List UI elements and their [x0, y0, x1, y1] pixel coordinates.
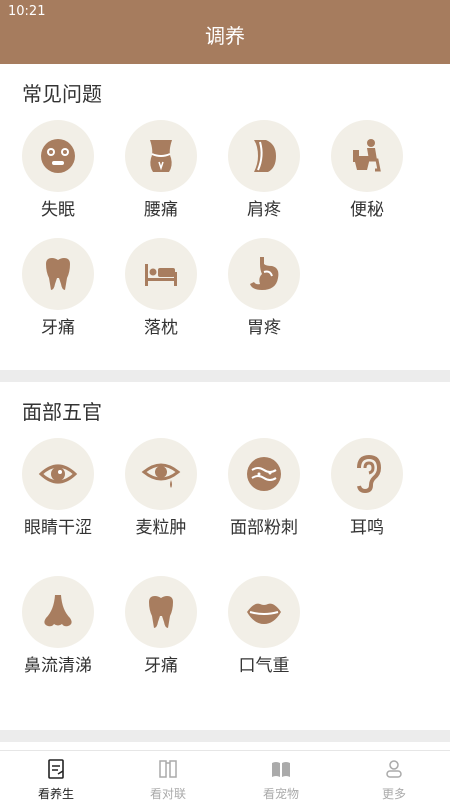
tooth-icon — [46, 258, 70, 290]
tooth-icon — [149, 596, 173, 628]
ear-icon — [357, 454, 382, 494]
notebook-icon — [48, 759, 64, 779]
item-toothache[interactable]: 牙痛 — [8, 238, 108, 339]
bed-icon — [145, 264, 177, 286]
section-title: 常见问题 — [22, 82, 102, 106]
tab-pets[interactable]: 看宠物 — [225, 751, 337, 801]
item-tinnitus[interactable]: 耳鸣 — [317, 438, 417, 539]
section-facial-features: 面部五官 眼睛干涩 麦粒肿 面部粉刺 耳鸣 鼻流清涕 牙痛 口气重 — [0, 382, 450, 730]
section-common-problems: 常见问题 失眠 腰痛 肩疼 便秘 牙痛 落枕 胃疼 — [0, 64, 450, 370]
tab-couplets[interactable]: 看对联 — [112, 751, 224, 801]
nose-icon — [44, 595, 72, 627]
eye-icon — [38, 464, 78, 484]
stomach-icon — [250, 257, 279, 290]
item-runny-nose[interactable]: 鼻流清涕 — [8, 576, 108, 677]
item-acne[interactable]: 面部粉刺 — [214, 438, 314, 539]
item-constipation[interactable]: 便秘 — [317, 120, 417, 221]
tab-health[interactable]: 看养生 — [0, 751, 112, 801]
eye-drop-icon — [141, 463, 181, 488]
item-dry-eyes[interactable]: 眼睛干涩 — [8, 438, 108, 539]
item-toothache-2[interactable]: 牙痛 — [111, 576, 211, 677]
couplet-icon — [159, 760, 177, 778]
item-lumbago[interactable]: 腰痛 — [111, 120, 211, 221]
item-stye[interactable]: 麦粒肿 — [111, 438, 211, 539]
lips-icon — [247, 603, 281, 624]
app-header: 调养 — [0, 24, 450, 64]
tab-more[interactable]: 更多 — [338, 751, 450, 801]
item-insomnia[interactable]: 失眠 — [8, 120, 108, 221]
section-divider — [0, 730, 450, 742]
item-stomach-ache[interactable]: 胃疼 — [214, 238, 314, 339]
status-time: 10:21 — [8, 4, 46, 19]
content-area: 常见问题 失眠 腰痛 肩疼 便秘 牙痛 落枕 胃疼 面部五官 眼睛干涩 麦粒肿 … — [0, 64, 450, 750]
user-icon — [386, 760, 402, 778]
status-bar: 10:21 — [0, 0, 450, 24]
book-icon — [272, 762, 290, 777]
bottom-tab-bar: 看养生 看对联 看宠物 更多 — [0, 750, 450, 801]
item-shoulder-pain[interactable]: 肩疼 — [214, 120, 314, 221]
face-icon — [41, 139, 75, 173]
section-divider — [0, 370, 450, 382]
section-title: 面部五官 — [22, 400, 102, 424]
item-stiff-neck[interactable]: 落枕 — [111, 238, 211, 339]
item-bad-breath[interactable]: 口气重 — [214, 576, 314, 677]
page-title: 调养 — [205, 24, 245, 48]
shoulder-icon — [254, 140, 276, 172]
toilet-icon — [353, 139, 381, 172]
skin-icon — [247, 457, 281, 491]
waist-icon — [150, 140, 172, 172]
